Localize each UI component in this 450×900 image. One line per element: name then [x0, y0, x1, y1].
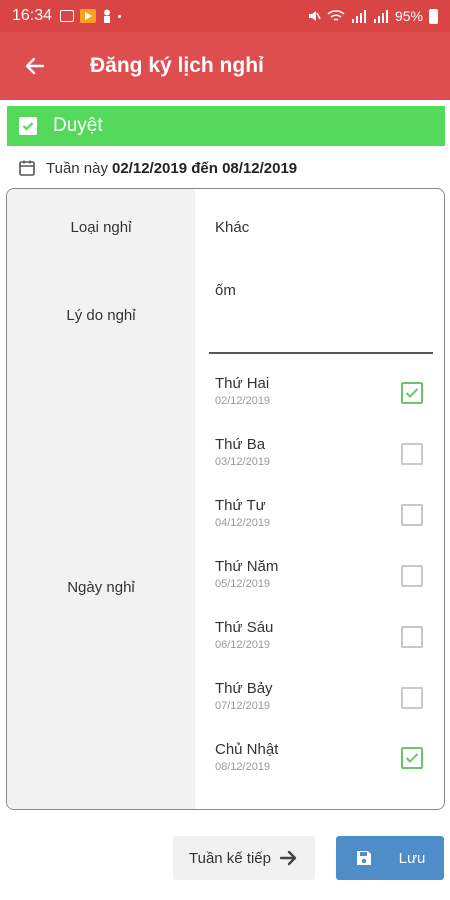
day-item-tuesday: Thứ Ba 03/12/2019 — [215, 436, 270, 468]
day-name: Thứ Tư — [215, 497, 266, 514]
notification-icons — [60, 9, 122, 23]
reason-label: Lý do nghỉ — [66, 307, 136, 324]
save-button[interactable]: Lưu — [336, 836, 444, 880]
day-date: 05/12/2019 — [215, 578, 271, 590]
day-name: Thứ Hai — [215, 375, 270, 392]
reason-input[interactable]: ốm — [215, 282, 236, 299]
day-name: Chủ Nhật — [215, 741, 279, 758]
days-label: Ngày nghỉ — [67, 579, 135, 596]
day-checkbox-monday[interactable] — [401, 382, 423, 404]
day-name: Thứ Sáu — [215, 619, 274, 636]
day-name: Thứ Bảy — [215, 680, 273, 697]
day-checkbox-wednesday[interactable] — [401, 504, 423, 526]
day-date: 03/12/2019 — [215, 456, 271, 468]
page-title: Đăng ký lịch nghỉ — [90, 54, 264, 77]
checkbox-checked-icon — [19, 117, 37, 135]
week-dates: 02/12/2019 đến 08/12/2019 — [112, 159, 298, 177]
day-checkbox-sunday[interactable] — [401, 747, 423, 769]
day-item-monday: Thứ Hai 02/12/2019 — [215, 375, 270, 407]
check-icon — [405, 753, 419, 763]
system-icons: 95% — [307, 8, 438, 24]
approval-status-banner: Duyệt — [7, 106, 445, 146]
week-prefix: Tuần này — [46, 159, 108, 177]
battery-icon — [429, 8, 438, 24]
play-icon — [80, 9, 97, 23]
signal-icon-2 — [373, 10, 388, 23]
day-item-sunday: Chủ Nhật 08/12/2019 — [215, 741, 278, 773]
day-checkbox-tuesday[interactable] — [401, 443, 423, 465]
leave-type-select[interactable]: Khác — [215, 219, 249, 236]
calendar-icon — [18, 159, 36, 177]
day-checkbox-saturday[interactable] — [401, 687, 423, 709]
day-item-wednesday: Thứ Tư 04/12/2019 — [215, 497, 270, 529]
day-name: Thứ Ba — [215, 436, 266, 453]
day-item-thursday: Thứ Năm 05/12/2019 — [215, 558, 278, 590]
save-icon — [356, 851, 371, 865]
status-bar: 16:34 95% — [0, 0, 450, 32]
day-date: 07/12/2019 — [215, 700, 271, 712]
leave-type-label: Loại nghỉ — [70, 219, 132, 236]
wifi-icon — [327, 10, 345, 21]
dot-icon — [118, 14, 122, 18]
image-icon — [60, 10, 75, 22]
day-item-friday: Thứ Sáu 06/12/2019 — [215, 619, 273, 651]
reason-input-underline — [209, 352, 433, 354]
day-checkbox-thursday[interactable] — [401, 565, 423, 587]
next-week-button[interactable]: Tuần kế tiếp — [173, 836, 315, 880]
week-range: Tuần này 02/12/2019 đến 08/12/2019 — [18, 156, 297, 180]
check-icon — [405, 388, 419, 398]
approval-status-label: Duyệt — [53, 115, 103, 136]
mute-icon — [308, 11, 321, 21]
leave-form-card: Loại nghỉ Khác Lý do nghỉ ốm Ngày nghỉ T… — [6, 188, 445, 810]
person-icon — [104, 9, 111, 23]
battery-percent: 95% — [394, 8, 423, 24]
day-checkbox-friday[interactable] — [401, 626, 423, 648]
next-week-label: Tuần kế tiếp — [189, 849, 271, 867]
status-time: 16:34 — [12, 7, 53, 24]
arrow-left-icon — [25, 57, 45, 75]
back-button[interactable] — [0, 32, 70, 100]
signal-icon — [351, 10, 366, 23]
day-date: 04/12/2019 — [215, 517, 271, 529]
day-date: 08/12/2019 — [215, 761, 271, 773]
app-bar: Đăng ký lịch nghỉ — [0, 32, 450, 100]
arrow-right-icon — [279, 850, 297, 866]
day-name: Thứ Năm — [215, 558, 279, 575]
save-label: Lưu — [398, 849, 426, 867]
day-item-saturday: Thứ Bảy 07/12/2019 — [215, 680, 273, 712]
day-date: 06/12/2019 — [215, 639, 271, 651]
form-label-column — [7, 189, 195, 809]
day-date: 02/12/2019 — [215, 395, 271, 407]
